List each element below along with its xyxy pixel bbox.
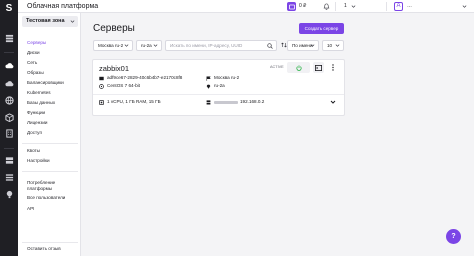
chevron-down-icon	[70, 20, 75, 23]
nav-item-images[interactable]: Образы	[27, 70, 44, 76]
nav-item-quotas[interactable]: Квоты	[27, 148, 40, 154]
box-icon[interactable]	[4, 112, 14, 122]
bell-icon[interactable]	[323, 3, 330, 10]
card-divider	[93, 94, 344, 95]
nav-item-balancers[interactable]: Балансировщики	[27, 80, 64, 86]
server-status: ACTIVE	[270, 65, 284, 69]
project-selector[interactable]: 1	[344, 3, 347, 10]
building-icon[interactable]	[4, 128, 14, 138]
nav-item-network[interactable]: Сеть	[27, 60, 37, 66]
rail-divider	[4, 148, 14, 149]
ip-redaction	[214, 100, 238, 104]
zone-selector[interactable]: Тестовая зона	[22, 16, 78, 27]
page-size-value: 10	[327, 43, 333, 48]
search-input[interactable]: Искать по имени, IP-адресу, UUID	[165, 40, 277, 51]
nav-item-access[interactable]: Доступ	[27, 130, 42, 136]
cloud-icon[interactable]	[4, 60, 14, 70]
server-zone: ru-2a	[214, 83, 225, 88]
nav-item-all-users[interactable]: Все пользователи	[27, 195, 65, 201]
account-name[interactable]: …	[407, 3, 412, 10]
topbar-separator	[386, 2, 387, 11]
nav-item-servers[interactable]: Серверы	[27, 40, 46, 46]
globe-icon[interactable]	[4, 95, 14, 105]
nav-divider	[22, 242, 78, 243]
lightbulb-icon[interactable]	[4, 189, 14, 199]
icon-rail: S	[0, 0, 18, 256]
nav-item-functions[interactable]: Функции	[27, 110, 45, 116]
more-menu-button[interactable]	[327, 62, 338, 73]
app-window: S Облачная платформа 0 ₽ 1 А … Тестовая …	[0, 0, 474, 256]
server-card[interactable]: zabbix01 ACTIVE adf9ce67-2829-40c6b4b7-e…	[92, 59, 345, 116]
create-server-button[interactable]: Создать сервер	[299, 23, 344, 34]
flag-icon	[206, 75, 211, 81]
server-name[interactable]: zabbix01	[99, 64, 129, 73]
ip-row: 192.168.0.2	[206, 99, 264, 105]
zone-label: Тестовая зона	[26, 18, 65, 24]
server-os: CentOS 7 64-bit	[107, 83, 140, 88]
rail-divider	[4, 52, 14, 53]
nav-item-consumption[interactable]: Потребление платформы	[27, 180, 67, 192]
more-vertical-icon	[331, 64, 334, 71]
nav-item-disks[interactable]: Диски	[27, 50, 40, 56]
search-icon	[267, 43, 273, 49]
zone-row: ru-2a	[206, 83, 225, 89]
power-icon	[295, 64, 302, 71]
region-select-value: Москва ru-2	[98, 43, 124, 48]
disk-icon	[99, 83, 104, 89]
os-row: CentOS 7 64-bit	[99, 83, 140, 89]
zone-select[interactable]: ru-2a	[136, 40, 162, 51]
sort-select[interactable]: По имени	[287, 40, 319, 51]
nav-item-kubernetes[interactable]: Kubernetes	[27, 90, 51, 96]
nav-item-api[interactable]: API	[27, 206, 34, 212]
id-card-icon	[99, 76, 104, 80]
servers-icon[interactable]	[4, 155, 14, 165]
help-button[interactable]: ?	[446, 229, 461, 244]
nav-item-licenses[interactable]: Лицензии	[27, 120, 48, 126]
search-placeholder: Искать по имени, IP-адресу, UUID	[170, 43, 243, 48]
server-config: 1 vCPU, 1 ГБ RAM, 15 ГБ	[107, 99, 161, 104]
page-size-select[interactable]: 10	[322, 40, 344, 51]
location-pin-icon	[206, 84, 211, 89]
top-bar: Облачная платформа 0 ₽ 1 А …	[18, 0, 474, 13]
side-nav: Тестовая зона Серверы Диски Сеть Образы …	[18, 13, 81, 256]
chevron-down-icon[interactable]	[351, 4, 356, 9]
nav-divider	[22, 143, 78, 144]
nav-item-databases[interactable]: Базы данных	[27, 100, 55, 106]
chevron-down-icon[interactable]	[330, 99, 336, 105]
uuid-row: adf9ce67-2829-40c6b4b7-e2170c8f8	[99, 75, 182, 81]
console-icon	[315, 64, 322, 71]
cpu-icon	[99, 99, 104, 105]
app-title: Облачная платформа	[27, 3, 99, 10]
account-avatar[interactable]: А	[394, 2, 403, 11]
region-select[interactable]: Москва ru-2	[93, 40, 133, 51]
chevron-down-icon	[124, 44, 129, 47]
zone-select-value: ru-2a	[141, 43, 152, 48]
list-icon[interactable]	[4, 172, 14, 182]
chevron-down-icon[interactable]	[462, 4, 467, 9]
page-title: Серверы	[93, 23, 135, 34]
balance-value[interactable]: 0 ₽	[299, 3, 306, 10]
topbar-separator	[335, 2, 336, 11]
nav-divider	[22, 171, 78, 172]
dashboard-icon[interactable]	[4, 33, 14, 43]
console-button[interactable]	[313, 62, 324, 73]
feedback-link[interactable]: Оставить отзыв	[27, 246, 61, 252]
server-ip[interactable]: 192.168.0.2	[240, 99, 264, 105]
chevron-down-icon	[335, 44, 340, 47]
chevron-down-icon	[153, 44, 158, 47]
chevron-down-icon	[310, 44, 315, 47]
logo-icon[interactable]: S	[4, 4, 14, 14]
config-row: 1 vCPU, 1 ГБ RAM, 15 ГБ	[99, 99, 161, 105]
wallet-icon[interactable]	[287, 2, 296, 11]
main-content: Серверы Создать сервер Москва ru-2 ru-2a…	[81, 13, 474, 256]
power-button[interactable]	[287, 62, 310, 73]
nav-item-settings[interactable]: Настройки	[27, 158, 50, 164]
region-row: Москва ru-2	[206, 75, 239, 81]
server-uuid[interactable]: adf9ce67-2829-40c6b4b7-e2170c8f8	[107, 75, 182, 81]
network-icon	[206, 99, 211, 104]
server-region: Москва ru-2	[214, 75, 240, 80]
cloud-outline-icon[interactable]	[4, 78, 14, 88]
